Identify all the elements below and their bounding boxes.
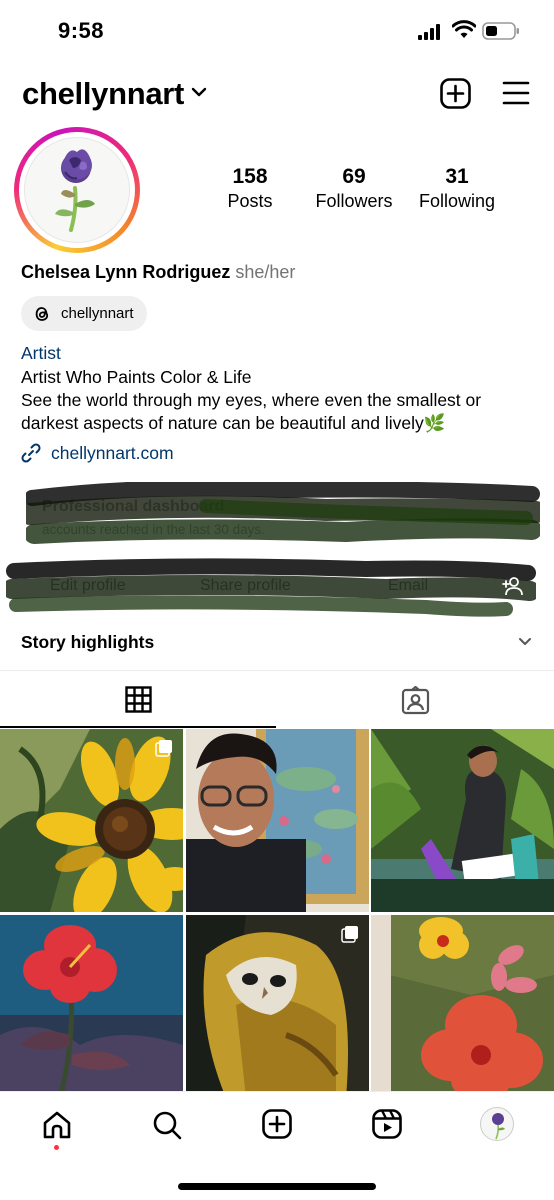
posts-stat[interactable]: 158 Posts xyxy=(222,165,278,212)
menu-icon[interactable] xyxy=(502,80,530,106)
pronouns: she/her xyxy=(235,262,296,282)
bio-line: See the world through my eyes, where eve… xyxy=(21,390,482,410)
professional-dashboard-card[interactable]: Professional dashboard accounts reached … xyxy=(26,482,540,550)
profile-website-link[interactable]: chellynnart.com xyxy=(20,442,174,464)
create-new-icon[interactable] xyxy=(440,78,471,109)
post-thumbnail[interactable] xyxy=(371,729,554,912)
avatar xyxy=(24,137,130,243)
profile-category: Artist xyxy=(21,343,61,363)
post-thumbnail[interactable] xyxy=(186,915,369,1098)
story-highlights-heading[interactable]: Story highlights xyxy=(21,632,154,653)
redaction-scribble xyxy=(6,558,536,617)
hibiscus-painting-image xyxy=(0,915,183,1098)
garden-photo-image xyxy=(371,729,554,912)
orange-flowers-painting-image xyxy=(371,915,554,1098)
followers-stat[interactable]: 69 Followers xyxy=(309,165,399,212)
wifi-icon xyxy=(452,20,476,38)
threads-handle: chellynnart xyxy=(61,305,134,322)
profile-bio: Artist Who Paints Color & Life See the w… xyxy=(21,366,541,435)
status-time: 9:58 xyxy=(58,18,105,43)
posts-grid xyxy=(0,729,554,1098)
profile-avatar-story-ring[interactable] xyxy=(14,127,140,253)
search-icon[interactable] xyxy=(152,1110,182,1140)
following-label: Following xyxy=(418,191,496,211)
threads-badge-button[interactable]: chellynnart xyxy=(21,296,147,331)
post-thumbnail[interactable] xyxy=(186,729,369,912)
profile-actions-row: Edit profile Share profile Email xyxy=(6,557,536,617)
profile-name-line: Chelsea Lynn Rodriguez she/her xyxy=(21,262,295,283)
website-url: chellynnart.com xyxy=(51,442,174,463)
home-indicator xyxy=(178,1183,376,1190)
posts-count: 158 xyxy=(232,165,268,188)
account-username[interactable]: chellynnart xyxy=(22,76,184,112)
following-stat[interactable]: 31 Following xyxy=(413,165,501,212)
following-count: 31 xyxy=(445,165,469,188)
post-thumbnail[interactable] xyxy=(371,915,554,1098)
active-tab-indicator xyxy=(0,726,276,728)
bio-line: Artist Who Paints Color & Life xyxy=(21,367,252,387)
tagged-icon[interactable] xyxy=(401,686,430,715)
rose-drawing-icon xyxy=(55,149,95,232)
chevron-down-icon[interactable] xyxy=(518,637,532,647)
post-thumbnail[interactable] xyxy=(0,915,183,1098)
add-person-icon[interactable] xyxy=(502,576,524,596)
followers-count: 69 xyxy=(342,165,366,188)
full-name: Chelsea Lynn Rodriguez xyxy=(21,262,231,282)
cellular-signal-icon xyxy=(418,24,440,40)
divider xyxy=(0,670,554,671)
multiple-photos-icon xyxy=(341,926,358,943)
post-thumbnail[interactable] xyxy=(0,729,183,912)
redaction-scribble xyxy=(26,482,540,544)
account-switch-chevron-icon[interactable] xyxy=(191,86,207,98)
posts-label: Posts xyxy=(227,191,273,211)
selfie-image xyxy=(186,729,369,912)
notification-dot xyxy=(54,1145,59,1150)
home-icon[interactable] xyxy=(42,1110,72,1140)
link-icon xyxy=(21,443,41,463)
status-bar: 9:58 xyxy=(0,0,554,64)
followers-label: Followers xyxy=(315,191,393,211)
threads-icon xyxy=(35,306,49,321)
profile-tab-avatar[interactable] xyxy=(480,1107,514,1141)
battery-icon xyxy=(482,22,519,40)
reels-icon[interactable] xyxy=(372,1109,402,1139)
bio-line: darkest aspects of nature can be beautif… xyxy=(21,413,446,433)
grid-icon[interactable] xyxy=(125,686,152,713)
create-post-icon[interactable] xyxy=(262,1109,292,1139)
multiple-photos-icon xyxy=(155,740,172,757)
